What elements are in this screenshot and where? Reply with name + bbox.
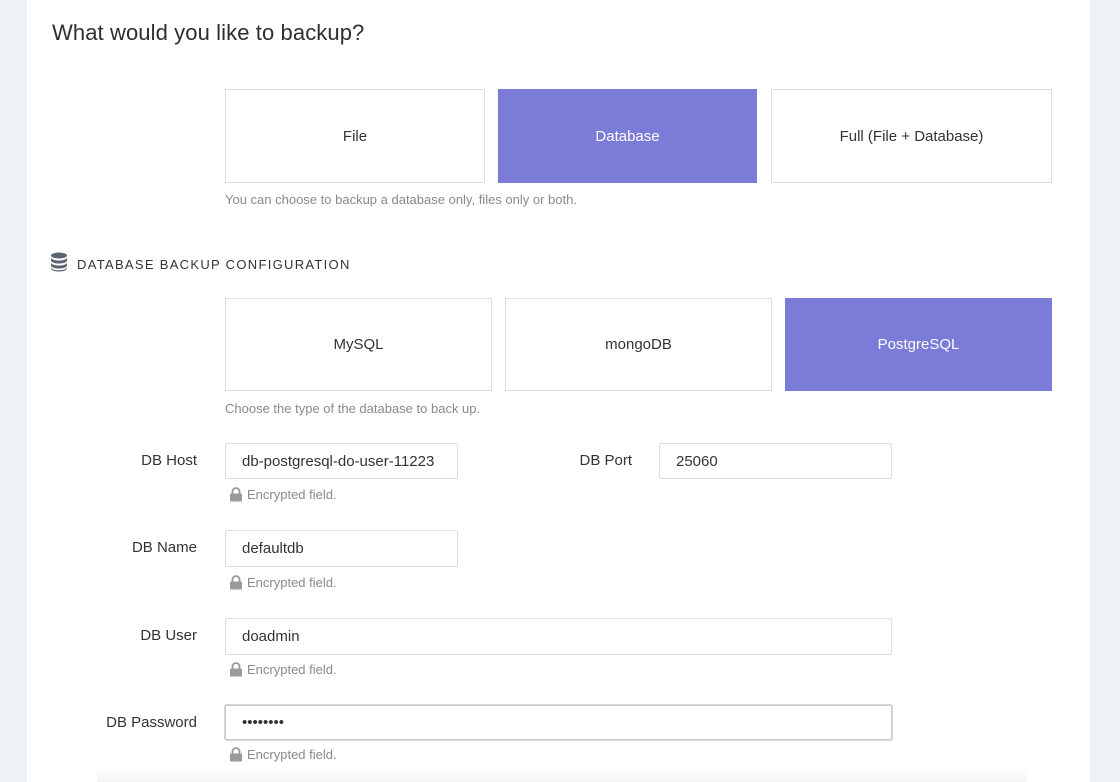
backup-type-database[interactable]: Database (498, 89, 757, 183)
db-host-encrypted-note: Encrypted field. (229, 487, 337, 502)
db-type-help: Choose the type of the database to back … (225, 401, 481, 416)
db-name-label: DB Name (131, 539, 197, 556)
bottom-shadow (97, 768, 1027, 782)
db-type-mongodb[interactable]: mongoDB (505, 298, 772, 391)
db-type-postgresql-label: PostgreSQL (877, 336, 960, 353)
encrypted-text: Encrypted field. (247, 575, 337, 590)
db-port-input[interactable] (659, 443, 892, 479)
encrypted-text: Encrypted field. (247, 747, 337, 762)
db-user-input[interactable] (225, 618, 892, 655)
db-password-label: DB Password (106, 714, 197, 731)
lock-icon (230, 662, 242, 677)
database-icon (50, 252, 68, 277)
db-user-label: DB User (140, 627, 197, 644)
lock-icon (230, 575, 242, 590)
db-type-postgresql[interactable]: PostgreSQL (785, 298, 1052, 391)
backup-type-file[interactable]: File (225, 89, 485, 183)
db-port-label: DB Port (579, 452, 632, 469)
db-password-input[interactable] (225, 705, 892, 740)
db-type-mysql-label: MySQL (333, 336, 384, 353)
db-type-mongodb-label: mongoDB (605, 336, 672, 353)
db-section-title: DATABASE BACKUP CONFIGURATION (77, 257, 351, 272)
backup-type-full-label: Full (File + Database) (839, 127, 984, 145)
lock-icon (230, 747, 242, 762)
db-user-encrypted-note: Encrypted field. (229, 662, 337, 677)
db-host-label: DB Host (141, 452, 197, 469)
db-name-encrypted-note: Encrypted field. (229, 575, 337, 590)
backup-type-full[interactable]: Full (File + Database) (771, 89, 1052, 183)
db-section-header: DATABASE BACKUP CONFIGURATION (50, 252, 351, 277)
db-password-encrypted-note: Encrypted field. (229, 747, 337, 762)
backup-type-help: You can choose to backup a database only… (225, 192, 577, 207)
db-type-mysql[interactable]: MySQL (225, 298, 492, 391)
db-host-input[interactable] (225, 443, 458, 479)
db-name-input[interactable] (225, 530, 458, 567)
lock-icon (230, 487, 242, 502)
backup-type-file-label: File (342, 127, 368, 145)
encrypted-text: Encrypted field. (247, 487, 337, 502)
page-title: What would you like to backup? (52, 20, 365, 45)
encrypted-text: Encrypted field. (247, 662, 337, 677)
backup-type-database-label: Database (595, 127, 660, 145)
